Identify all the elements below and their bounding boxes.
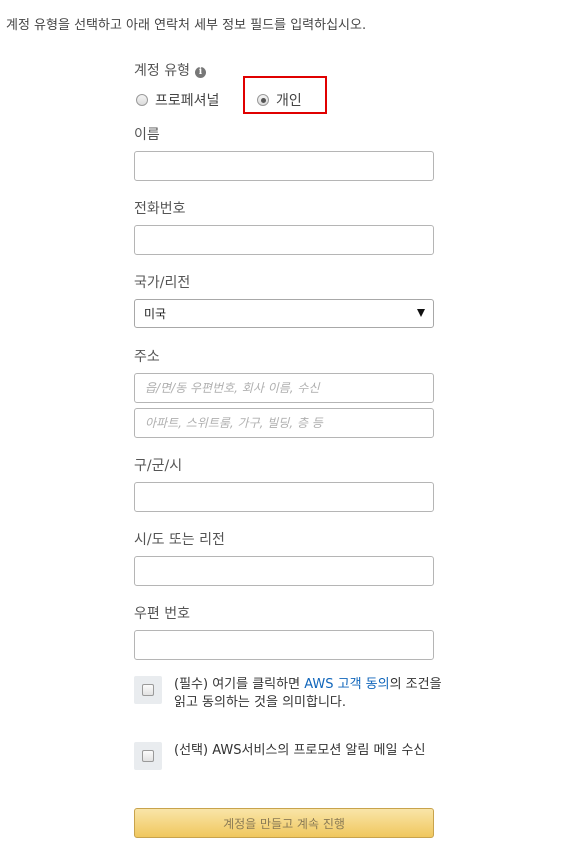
state-input[interactable] [134,556,434,586]
district-label: 구/군/시 [134,458,183,474]
state-label: 시/도 또는 리전 [134,532,225,548]
address-line2-input[interactable] [134,408,434,438]
account-type-radio-group: 프로페셔널 개인 [134,76,434,114]
required-agreement-checkbox[interactable] [142,684,154,696]
address-line1-input[interactable] [134,373,434,403]
intro-text: 계정 유형을 선택하고 아래 연락처 세부 정보 필드를 입력하십시오. [6,18,367,33]
dropdown-arrow-icon [417,309,425,317]
highlight-box [243,76,327,114]
account-type-label: 계정 유형 i [134,60,206,80]
optional-promo-text: (선택) AWS서비스의 프로모션 알림 메일 수신 [174,743,426,758]
required-agreement-text: (필수) 여기를 클릭하면 AWS 고객 동의의 조건을 읽고 동의하는 것을 … [174,676,444,712]
required-agreement-prefix: (필수) 여기를 클릭하면 [174,677,305,692]
country-select[interactable]: 미국 [134,299,434,328]
account-type-label-text: 계정 유형 [134,63,190,79]
postal-label: 우편 번호 [134,606,190,622]
radio-professional-label: 프로페셔널 [155,93,220,109]
required-checkbox-well [134,676,162,704]
country-label: 국가/리전 [134,275,191,291]
country-select-value: 미국 [144,307,167,321]
create-account-button[interactable]: 계정을 만들고 계속 진행 [134,808,434,838]
optional-checkbox-well [134,742,162,770]
phone-input[interactable] [134,225,434,255]
postal-input[interactable] [134,630,434,660]
name-input[interactable] [134,151,434,181]
radio-professional[interactable]: 프로페셔널 [136,90,219,110]
phone-label: 전화번호 [134,201,186,217]
radio-professional-circle[interactable] [136,94,148,106]
name-label: 이름 [134,127,160,143]
optional-promo-checkbox[interactable] [142,750,154,762]
address-label: 주소 [134,349,160,365]
aws-customer-agreement-link[interactable]: AWS 고객 동의 [304,677,389,692]
info-icon[interactable]: i [194,67,206,78]
district-input[interactable] [134,482,434,512]
